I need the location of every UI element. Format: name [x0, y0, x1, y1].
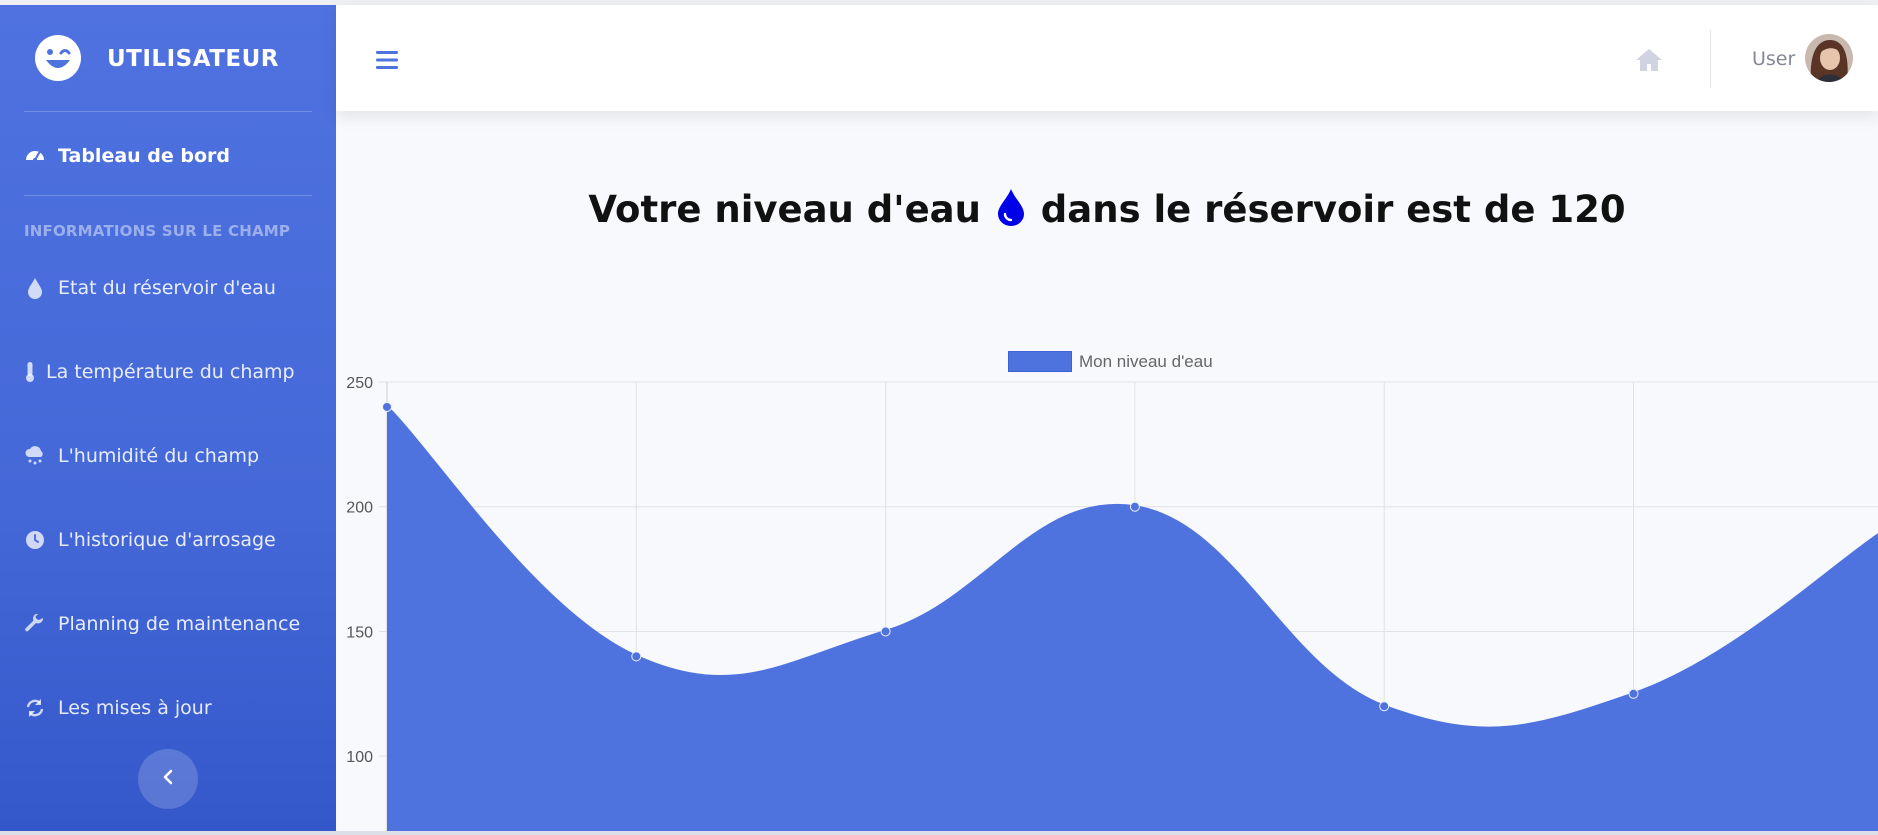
- main-content: Votre niveau d'eau dans le réservoir est…: [336, 111, 1878, 831]
- thermometer-icon: [24, 361, 36, 383]
- tachometer-icon: [24, 145, 46, 167]
- y-tick-label: 150: [346, 624, 373, 641]
- sidebar-item-label: L'humidité du champ: [58, 445, 260, 467]
- sidebar-item-label: Planning de maintenance: [58, 613, 301, 635]
- data-point: [1129, 501, 1140, 512]
- sidebar-item-watering-history[interactable]: L'historique d'arrosage: [24, 529, 276, 551]
- bottom-border: [0, 831, 1878, 835]
- sidebar-toggle-button[interactable]: [138, 749, 198, 809]
- sidebar-item-label: La température du champ: [46, 361, 295, 383]
- sidebar-item-label: Tableau de bord: [58, 145, 231, 167]
- data-point: [631, 651, 642, 662]
- laugh-wink-icon: [34, 34, 82, 82]
- cloud-rain-icon: [24, 445, 46, 467]
- bars-icon[interactable]: [376, 50, 398, 70]
- wrench-icon: [24, 613, 46, 635]
- chevron-left-icon: [162, 769, 174, 789]
- sidebar-item-maintenance[interactable]: Planning de maintenance: [24, 613, 300, 635]
- sidebar-divider: [24, 195, 312, 196]
- user-name[interactable]: User: [1752, 48, 1795, 70]
- avatar[interactable]: [1805, 34, 1853, 82]
- sync-icon: [24, 697, 46, 719]
- data-point: [382, 401, 392, 412]
- legend-label: Mon niveau d'eau: [1079, 351, 1213, 371]
- sidebar-section-heading: INFORMATIONS SUR LE CHAMP: [24, 222, 291, 240]
- y-tick-label: 100: [346, 749, 373, 766]
- series-area: [387, 406, 1878, 831]
- topbar: User: [336, 5, 1878, 111]
- data-point: [1379, 701, 1390, 712]
- tint-icon: [24, 277, 46, 299]
- y-tick-label: 200: [346, 500, 373, 517]
- sidebar-item-dashboard[interactable]: Tableau de bord: [24, 145, 230, 167]
- chart-legend[interactable]: Mon niveau d'eau: [1008, 351, 1213, 372]
- sidebar-item-label: Etat du réservoir d'eau: [58, 277, 276, 299]
- water-level-chart: 100 150 200 250: [346, 375, 1878, 831]
- sidebar-brand[interactable]: UTILISATEUR: [0, 5, 336, 111]
- legend-swatch: [1008, 351, 1072, 372]
- data-point: [880, 626, 891, 637]
- sidebar-item-label: L'historique d'arrosage: [58, 529, 276, 551]
- data-point: [1628, 688, 1639, 699]
- sidebar: UTILISATEUR Tableau de bord INFORMATIONS…: [0, 5, 336, 831]
- y-tick-label: 250: [346, 375, 373, 392]
- sidebar-item-humidity[interactable]: L'humidité du champ: [24, 445, 259, 467]
- sidebar-item-label: Les mises à jour: [58, 697, 212, 719]
- sidebar-item-updates[interactable]: Les mises à jour: [24, 697, 212, 719]
- brand-name: UTILISATEUR: [107, 46, 280, 72]
- clock-icon: [24, 529, 46, 551]
- topbar-divider: [1710, 30, 1711, 88]
- home-icon[interactable]: [1634, 47, 1664, 73]
- sidebar-item-temperature[interactable]: La température du champ: [24, 361, 295, 383]
- sidebar-item-reservoir[interactable]: Etat du réservoir d'eau: [24, 277, 276, 299]
- sidebar-divider: [24, 111, 312, 112]
